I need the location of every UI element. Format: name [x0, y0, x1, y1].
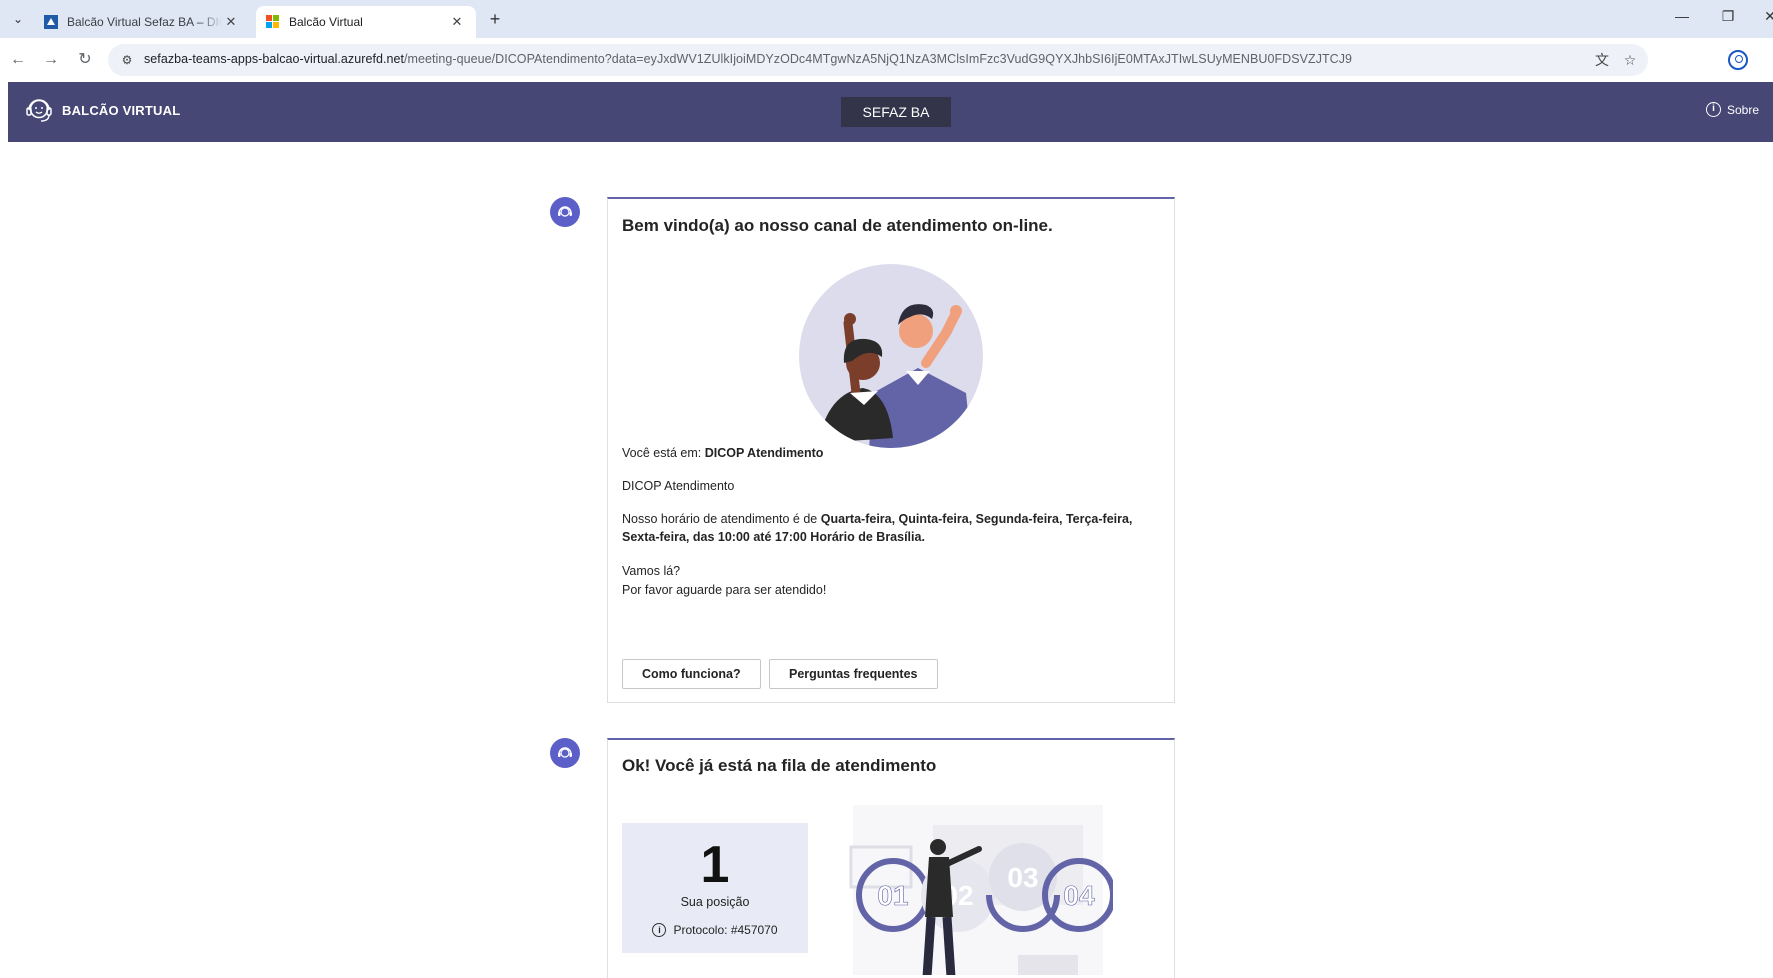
url-field[interactable]: ⚙ sefazba-teams-apps-balcao-virtual.azur… [108, 44, 1648, 76]
info-icon: i [1705, 102, 1721, 117]
forward-icon[interactable]: → [40, 49, 62, 71]
sefaz-favicon-icon [44, 15, 58, 29]
hours-prefix: Nosso horário de atendimento é de [622, 512, 821, 526]
star-icon[interactable]: ☆ [1620, 50, 1640, 70]
headset-icon [558, 206, 572, 217]
queue-name: DICOP Atendimento [622, 479, 735, 493]
minimize-icon[interactable]: — [1670, 8, 1694, 24]
close-window-icon[interactable]: ✕ [1758, 8, 1773, 25]
microsoft-favicon-icon [266, 15, 280, 29]
illustration-number: 04 [1063, 880, 1095, 911]
location-name: DICOP Atendimento [704, 446, 824, 460]
back-icon[interactable]: ← [7, 49, 29, 71]
reload-icon[interactable]: ↻ [74, 49, 96, 71]
tab-title: Balcão Virtual Sefaz BA – DICOP Atendime… [67, 15, 222, 29]
location-prefix: Você está em: [622, 446, 705, 460]
brand-name: BALCÃO VIRTUAL [62, 102, 181, 118]
celebration-illustration [799, 264, 983, 448]
site-info-icon[interactable]: ⚙ [118, 51, 136, 69]
queue-illustration: 01 02 03 04 [849, 805, 1113, 975]
org-label: SEFAZ BA [841, 97, 951, 127]
how-it-works-button[interactable]: Como funciona? [622, 659, 761, 689]
profile-icon[interactable] [1728, 50, 1748, 70]
queue-card: Ok! Você já está na fila de atendimento … [607, 738, 1175, 978]
faq-button[interactable]: Perguntas frequentes [769, 659, 938, 689]
lets-go-text: Vamos lá? [622, 564, 681, 578]
translate-icon[interactable]: 文 [1592, 50, 1612, 70]
restore-icon[interactable]: ❐ [1716, 8, 1740, 25]
welcome-card: Bem vindo(a) ao nosso canal de atendimen… [607, 197, 1175, 703]
queue-position-label: Sua posição [680, 895, 750, 909]
illustration-number: 01 [877, 880, 908, 911]
browser-tab-strip: ⌄ Balcão Virtual Sefaz BA – DICOP Atendi… [0, 0, 1773, 38]
wait-text: Por favor aguarde para ser atendido! [622, 583, 827, 597]
bot-avatar [550, 197, 580, 227]
browser-tab-sefaz[interactable]: Balcão Virtual Sefaz BA – DICOP Atendime… [34, 6, 250, 38]
address-bar: ← → ↻ ⚙ sefazba-teams-apps-balcao-virtua… [0, 38, 1773, 82]
bot-avatar [550, 738, 580, 768]
tab-menu-icon[interactable]: ⌄ [8, 9, 28, 29]
illustration-number: 03 [1007, 862, 1038, 893]
url-host: sefazba-teams-apps-balcao-virtual.azuref… [144, 52, 405, 66]
about-label: Sobre [1726, 102, 1759, 117]
about-button[interactable]: i Sobre [1705, 102, 1759, 117]
brand[interactable]: BALCÃO VIRTUAL [24, 95, 180, 125]
queue-position: 1 [700, 836, 730, 894]
protocol-line: i Protocolo: #457070 [622, 923, 808, 937]
queue-position-box: 1 Sua posição i Protocolo: #457070 [622, 823, 808, 953]
app-header: BALCÃO VIRTUAL SEFAZ BA i Sobre [8, 82, 1773, 142]
tab-title: Balcão Virtual [289, 15, 363, 29]
tab-close-icon[interactable]: ✕ [448, 14, 466, 30]
headset-logo-icon [26, 99, 52, 122]
protocol-number: Protocolo: #457070 [673, 923, 778, 937]
browser-tab-balcao[interactable]: Balcão Virtual ✕ [256, 6, 476, 38]
welcome-title: Bem vindo(a) ao nosso canal de atendimen… [622, 216, 1053, 235]
info-icon: i [652, 923, 667, 937]
headset-icon [558, 747, 572, 758]
location-line: Você está em: DICOP Atendimento [622, 444, 823, 462]
url-path: /meeting-queue/DICOPAtendimento?data=eyJ… [404, 52, 1353, 66]
hours-text: Nosso horário de atendimento é de Quarta… [622, 510, 1142, 546]
tab-close-icon[interactable]: ✕ [222, 14, 240, 30]
new-tab-button[interactable]: + [484, 8, 506, 30]
queue-title: Ok! Você já está na fila de atendimento [622, 756, 937, 775]
